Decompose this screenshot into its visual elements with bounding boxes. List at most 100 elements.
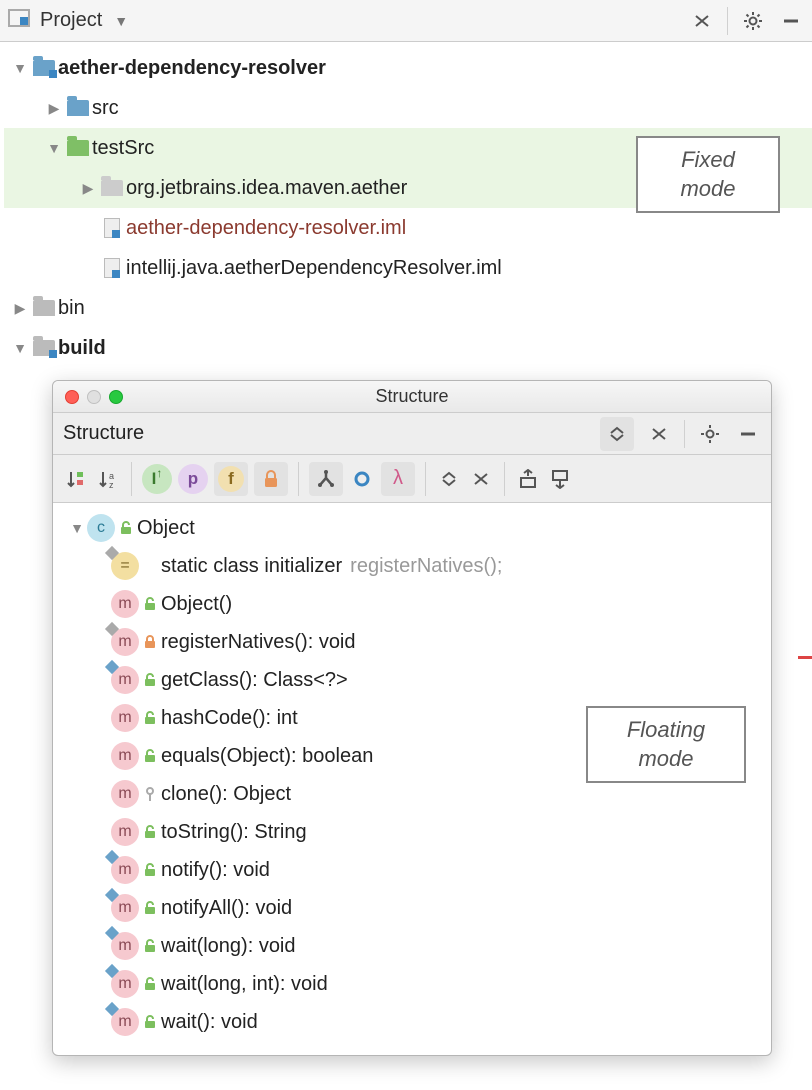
error-marker-icon[interactable] (798, 656, 812, 659)
structure-node-method[interactable]: m getClass(): Class<?> (63, 661, 771, 699)
panel-title: Project (40, 9, 102, 32)
class-icon: c (87, 514, 115, 542)
inherited-icon (316, 469, 336, 489)
expand-arrow-icon[interactable]: ▶ (78, 180, 98, 197)
structure-node-method[interactable]: m notify(): void (63, 851, 771, 889)
tree-node-root[interactable]: ▼ aether-dependency-resolver (4, 48, 812, 88)
expand-arrow-icon[interactable]: ▶ (10, 300, 30, 317)
node-label: clone(): Object (161, 783, 291, 806)
structure-node-static-init[interactable]: = static class initializer registerNativ… (63, 547, 771, 585)
show-properties-button[interactable]: p (178, 464, 208, 494)
tree-node-bin[interactable]: ▶ bin (4, 288, 812, 328)
sort-vis-icon (65, 468, 87, 490)
show-nonpublic-button[interactable] (254, 462, 288, 496)
collapse-all-button[interactable] (646, 421, 672, 447)
sort-alphabetically-button[interactable]: a z (95, 466, 121, 492)
node-label: toString(): String (161, 821, 307, 844)
show-inherited-button[interactable] (309, 462, 343, 496)
method-icon: m (111, 780, 139, 808)
field-icon: f (218, 466, 244, 492)
structure-node-method[interactable]: m notifyAll(): void (63, 889, 771, 927)
folder-icon (30, 300, 58, 316)
separator (727, 7, 728, 35)
minimize-icon (782, 12, 800, 30)
lock-icon (263, 470, 279, 488)
tree-node-src[interactable]: ▶ src (4, 88, 812, 128)
structure-header-title: Structure (63, 422, 144, 445)
hide-button[interactable] (735, 421, 761, 447)
separator (504, 462, 505, 496)
module-folder-icon (30, 60, 58, 76)
method-icon: m (111, 932, 139, 960)
expand-arrow-icon[interactable]: ▼ (10, 60, 30, 76)
tree-label: org.jetbrains.idea.maven.aether (126, 177, 407, 200)
structure-toolbar: a z I↑ p f λ (53, 455, 771, 503)
node-label: equals(Object): boolean (161, 745, 373, 768)
node-label: notifyAll(): void (161, 897, 292, 920)
source-folder-icon (64, 100, 92, 116)
node-label: Object() (161, 593, 232, 616)
annotation-line: mode (656, 175, 760, 204)
minimize-button[interactable] (778, 8, 804, 34)
node-label: getClass(): Class<?> (161, 669, 348, 692)
method-icon: m (111, 704, 139, 732)
node-label: hashCode(): int (161, 707, 298, 730)
separator (131, 462, 132, 496)
node-label: wait(long): void (161, 935, 296, 958)
autoscroll-to-source-button[interactable] (515, 466, 541, 492)
annotation-floating-mode: Floating mode (586, 706, 746, 783)
tree-node-iml1[interactable]: ▶ aether-dependency-resolver.iml (4, 208, 812, 248)
structure-node-method[interactable]: m wait(long): void (63, 927, 771, 965)
expand-arrow-icon[interactable]: ▼ (44, 140, 64, 156)
show-lambdas-button[interactable]: λ (381, 462, 415, 496)
gear-icon (743, 11, 763, 31)
gear-icon (700, 424, 720, 444)
public-icon (139, 749, 161, 763)
method-icon: m (111, 856, 139, 884)
expand-all-button[interactable] (436, 466, 462, 492)
tree-label: aether-dependency-resolver.iml (126, 217, 406, 240)
method-icon: m (111, 970, 139, 998)
structure-node-method[interactable]: m toString(): String (63, 813, 771, 851)
collapse-all-button[interactable] (468, 466, 494, 492)
tree-node-iml2[interactable]: ▶ intellij.java.aetherDependencyResolver… (4, 248, 812, 288)
public-icon (139, 977, 161, 991)
expand-arrow-icon[interactable]: ▼ (67, 520, 87, 536)
lambda-icon: λ (393, 467, 403, 490)
private-icon (139, 635, 161, 649)
settings-button[interactable] (740, 8, 766, 34)
structure-node-class[interactable]: ▼ c Object (63, 509, 771, 547)
show-interfaces-button[interactable]: I↑ (142, 464, 172, 494)
scroll-to-icon (518, 469, 538, 489)
structure-node-method[interactable]: m registerNatives(): void (63, 623, 771, 661)
node-label: Object (137, 517, 195, 540)
window-titlebar[interactable]: Structure (53, 381, 771, 413)
public-icon (139, 939, 161, 953)
node-label: registerNatives(): void (161, 631, 356, 654)
project-selector[interactable]: Project ▼ (8, 9, 128, 33)
show-anonymous-button[interactable] (349, 466, 375, 492)
separator (684, 420, 685, 448)
test-folder-icon (64, 140, 92, 156)
collapse-icon (650, 425, 668, 443)
package-folder-icon (98, 180, 126, 196)
expand-all-button[interactable] (600, 417, 634, 451)
sort-by-visibility-button[interactable] (63, 466, 89, 492)
initializer-icon: = (111, 552, 139, 580)
public-icon (139, 711, 161, 725)
expand-arrow-icon[interactable]: ▶ (44, 100, 64, 117)
tree-node-build[interactable]: ▼ build (4, 328, 812, 368)
module-folder-icon (30, 340, 58, 356)
structure-node-method[interactable]: m wait(long, int): void (63, 965, 771, 1003)
public-icon (139, 597, 161, 611)
show-fields-button[interactable]: f (214, 462, 248, 496)
method-icon: m (111, 1008, 139, 1036)
collapse-all-button[interactable] (689, 8, 715, 34)
settings-button[interactable] (697, 421, 723, 447)
tree-label: intellij.java.aetherDependencyResolver.i… (126, 257, 502, 280)
separator (425, 462, 426, 496)
structure-node-method[interactable]: m wait(): void (63, 1003, 771, 1041)
autoscroll-from-source-button[interactable] (547, 466, 573, 492)
structure-node-method[interactable]: m Object() (63, 585, 771, 623)
expand-arrow-icon[interactable]: ▼ (10, 340, 30, 356)
